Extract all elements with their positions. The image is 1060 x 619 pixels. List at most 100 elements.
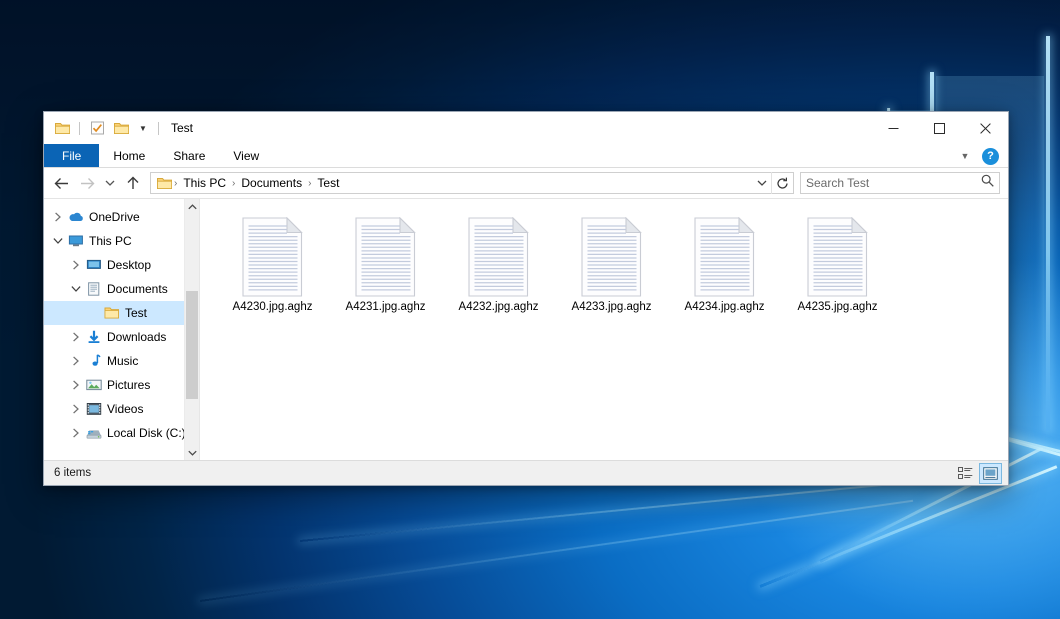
breadcrumb-separator-1[interactable]: › [230, 178, 237, 189]
navigation-bar: › This PC › Documents › Test [44, 168, 1008, 198]
file-name-label: A4233.jpg.aghz [572, 301, 652, 313]
file-name-label: A4230.jpg.aghz [233, 301, 313, 313]
chevron-right-icon[interactable] [68, 428, 84, 438]
file-item[interactable]: A4232.jpg.aghz [442, 213, 555, 331]
breadcrumb-test[interactable]: Test [313, 176, 343, 190]
address-bar[interactable]: › This PC › Documents › Test [150, 172, 794, 194]
generic-document-icon [694, 217, 756, 297]
sidebar-item-label: Pictures [104, 378, 150, 392]
sidebar-item-onedrive[interactable]: OneDrive [44, 205, 199, 229]
forward-button[interactable] [74, 171, 100, 195]
navigation-pane: OneDrive This PC DesktopDocumentsTest Downl… [44, 199, 199, 460]
breadcrumb-separator-2[interactable]: › [306, 178, 313, 189]
tab-share[interactable]: Share [159, 144, 219, 167]
generic-document-icon [581, 217, 643, 297]
chevron-right-icon[interactable] [68, 404, 84, 414]
qat-separator-2 [158, 122, 159, 135]
qat-separator [79, 122, 80, 135]
breadcrumb: › This PC › Documents › Test [155, 176, 753, 190]
chevron-right-icon[interactable] [68, 356, 84, 366]
tab-view[interactable]: View [219, 144, 273, 167]
music-note-icon [84, 354, 104, 368]
file-explorer-window: ▼ Test File Home Share View [43, 111, 1009, 486]
scroll-up-arrow-icon[interactable] [185, 199, 199, 214]
chevron-right-icon[interactable] [68, 380, 84, 390]
up-button[interactable] [120, 171, 146, 195]
recent-locations-button[interactable] [100, 171, 120, 195]
search-box[interactable] [800, 172, 1000, 194]
sidebar-item-test[interactable]: Test [44, 301, 199, 325]
file-item[interactable]: A4230.jpg.aghz [216, 213, 329, 331]
back-button[interactable] [48, 171, 74, 195]
refresh-icon[interactable] [771, 172, 793, 194]
chevron-right-icon[interactable] [68, 260, 84, 270]
sidebar-item-desktop[interactable]: Desktop [44, 253, 199, 277]
generic-document-icon [468, 217, 530, 297]
item-count-label: 6 items [54, 467, 91, 479]
breadcrumb-separator-0[interactable]: › [172, 178, 179, 189]
file-item[interactable]: A4234.jpg.aghz [668, 213, 781, 331]
properties-checkmark-icon[interactable] [87, 118, 107, 138]
chevron-right-icon[interactable] [68, 332, 84, 342]
sidebar-item-videos[interactable]: Videos [44, 397, 199, 421]
scroll-down-arrow-icon[interactable] [185, 445, 199, 460]
file-list-area[interactable]: A4230.jpg.aghz A4231.jpg.aghz A4232.jpg.ag… [199, 199, 1008, 460]
details-view-button[interactable] [954, 463, 977, 484]
view-buttons [954, 463, 1002, 484]
sidebar-item-label: Videos [104, 402, 143, 416]
breadcrumb-documents[interactable]: Documents [237, 176, 306, 190]
file-name-label: A4232.jpg.aghz [459, 301, 539, 313]
this-pc-monitor-icon [66, 234, 86, 248]
maximize-button[interactable] [916, 112, 962, 144]
generic-document-icon [242, 217, 304, 297]
chevron-right-icon[interactable] [50, 212, 66, 222]
file-name-label: A4234.jpg.aghz [685, 301, 765, 313]
file-item[interactable]: A4235.jpg.aghz [781, 213, 894, 331]
sidebar-item-local-disk-c[interactable]: Local Disk (C:) [44, 421, 199, 445]
ribbon-right-controls: ▼ ? [954, 144, 1004, 168]
status-bar: 6 items [44, 460, 1008, 485]
tab-file[interactable]: File [44, 144, 99, 167]
file-name-label: A4231.jpg.aghz [346, 301, 426, 313]
chevron-down-icon[interactable] [68, 285, 84, 293]
folder-icon [102, 306, 122, 320]
chevron-down-icon[interactable]: ▼ [135, 118, 151, 138]
title-bar: ▼ Test [44, 112, 1008, 144]
chevron-down-icon[interactable]: ▼ [954, 145, 976, 167]
ribbon-tabs: File Home Share View ▼ ? [44, 144, 1008, 168]
file-item[interactable]: A4231.jpg.aghz [329, 213, 442, 331]
chevron-down-icon[interactable] [50, 237, 66, 245]
close-button[interactable] [962, 112, 1008, 144]
sidebar-item-pictures[interactable]: Pictures [44, 373, 199, 397]
hard-disk-icon [84, 426, 104, 440]
address-folder-icon[interactable] [155, 177, 172, 190]
desktop-icon [84, 258, 104, 272]
tab-home[interactable]: Home [99, 144, 159, 167]
chevron-down-icon[interactable] [753, 173, 771, 193]
help-button[interactable]: ? [982, 148, 999, 165]
sidebar-item-label: This PC [86, 234, 132, 248]
breadcrumb-this-pc[interactable]: This PC [179, 176, 230, 190]
file-name-label: A4235.jpg.aghz [798, 301, 878, 313]
scrollbar-thumb[interactable] [186, 291, 198, 399]
navpane-scrollbar[interactable] [184, 199, 199, 460]
search-input[interactable] [806, 176, 981, 190]
sidebar-item-label: Local Disk (C:) [104, 426, 186, 440]
sidebar-item-documents[interactable]: Documents [44, 277, 199, 301]
search-icon[interactable] [981, 174, 994, 192]
sidebar-item-music[interactable]: Music [44, 349, 199, 373]
pictures-icon [84, 378, 104, 392]
sidebar-item-this-pc[interactable]: This PC [44, 229, 199, 253]
file-grid: A4230.jpg.aghz A4231.jpg.aghz A4232.jpg.ag… [216, 213, 1008, 331]
folder-icon[interactable] [52, 118, 72, 138]
window-title: Test [171, 121, 193, 135]
file-item[interactable]: A4233.jpg.aghz [555, 213, 668, 331]
folder-tree: OneDrive This PC DesktopDocumentsTest Downl… [44, 205, 199, 445]
window-controls [870, 112, 1008, 144]
large-icons-view-button[interactable] [979, 463, 1002, 484]
sidebar-item-label: Downloads [104, 330, 166, 344]
new-folder-icon[interactable] [111, 118, 131, 138]
minimize-button[interactable] [870, 112, 916, 144]
generic-document-icon [355, 217, 417, 297]
sidebar-item-downloads[interactable]: Downloads [44, 325, 199, 349]
